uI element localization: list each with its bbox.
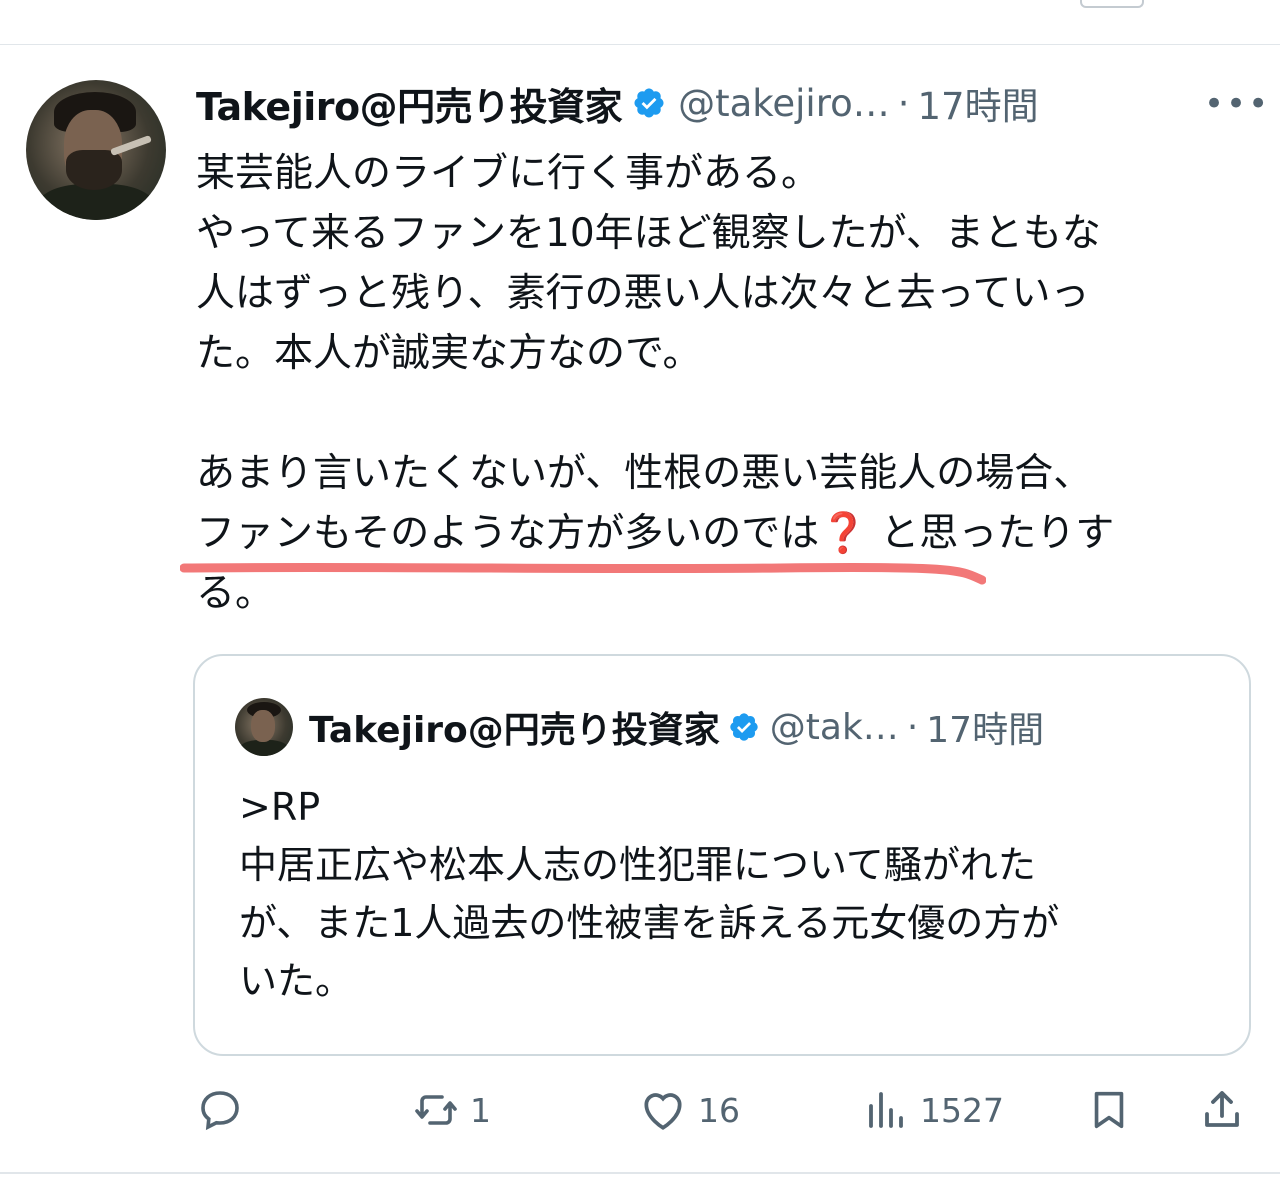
bottom-divider: [0, 1172, 1280, 1174]
share-button[interactable]: [1198, 1080, 1246, 1140]
quoted-header-separator: ·: [906, 706, 919, 748]
tweet-header: Takejiro@円売り投資家 @takejiro… · 17時間: [196, 76, 1039, 131]
quoted-text-line: >RP: [239, 785, 321, 829]
author-handle[interactable]: @takejiro…: [678, 82, 890, 125]
quoted-tweet-header: Takejiro@円売り投資家 @tak… · 17時間: [309, 702, 1044, 752]
tweet-text: 某芸能人のライブに行く事がある。 やって来るファンを10年ほど観察したが、まとも…: [196, 144, 1256, 624]
tweet-text-line: あまり言いたくないが、性根の悪い芸能人の場合、: [196, 451, 1093, 496]
highlighted-phrase: ファンもそのような方が多いのでは: [196, 511, 820, 556]
more-options-icon[interactable]: •••: [1204, 84, 1270, 124]
red-handdrawn-underline: [180, 562, 986, 585]
tweet-action-bar: 1 16 1527: [0, 1080, 1280, 1140]
tweet-text-line: 某芸能人のライブに行く事がある。: [196, 151, 821, 196]
heart-icon: [644, 1093, 682, 1130]
quoted-author-display-name: Takejiro@円売り投資家: [309, 710, 720, 751]
tweet-text-line: た。本人が誠実な方なので。: [196, 331, 702, 376]
top-divider: [0, 44, 1280, 45]
quoted-author-avatar: [235, 698, 293, 756]
header-separator: ·: [897, 81, 910, 125]
quoted-author-handle: @tak…: [769, 706, 899, 748]
tweet-text-line: 人はずっと残り、素行の悪い人は次々と去っていっ: [196, 271, 1090, 316]
verified-badge-icon: [730, 713, 758, 741]
verified-badge-icon: [634, 88, 664, 118]
quoted-tweet-text: >RP 中居正広や松本人志の性犯罪について騒がれた が、また1人過去の性被害を訴…: [239, 778, 1059, 1010]
reply-button[interactable]: [196, 1080, 254, 1140]
tweet-text-line-highlighted: ファンもそのような方が多いのでは❓ と思ったりす: [196, 504, 1256, 564]
bookmark-button[interactable]: [1086, 1080, 1132, 1140]
bookmark-icon: [1094, 1091, 1124, 1129]
views-button[interactable]: 1527: [862, 1080, 1004, 1140]
quoted-text-line: いた。: [239, 959, 354, 1003]
views-chart-icon: [869, 1092, 903, 1128]
author-display-name[interactable]: Takejiro@円売り投資家: [196, 76, 623, 131]
question-mark-emoji-icon: ❓: [819, 511, 868, 556]
tweet-text-line: [196, 384, 1256, 444]
tweet-timestamp[interactable]: 17時間: [918, 76, 1039, 130]
quoted-tweet-card[interactable]: Takejiro@円売り投資家 @tak… · 17時間 >RP 中居正広や松本…: [193, 654, 1251, 1056]
line-continuation: と思ったりす: [867, 511, 1115, 556]
previous-tweet-icon-stub: [1080, 0, 1144, 8]
retweet-count: 1: [470, 1090, 491, 1130]
quoted-tweet-timestamp: 17時間: [926, 710, 1045, 751]
retweet-icon: [415, 1095, 457, 1125]
retweet-button[interactable]: 1: [412, 1080, 491, 1140]
quoted-text-line: が、また1人過去の性被害を訴える元女優の方が: [239, 901, 1060, 945]
like-button[interactable]: 16: [638, 1080, 740, 1140]
share-icon: [1205, 1091, 1239, 1127]
tweet-text-line: やって来るファンを10年ほど観察したが、まともな: [196, 211, 1101, 256]
author-avatar[interactable]: [26, 80, 166, 220]
like-count: 16: [698, 1090, 740, 1130]
views-count: 1527: [920, 1090, 1004, 1130]
reply-icon: [201, 1091, 239, 1131]
quoted-text-line: 中居正広や松本人志の性犯罪について騒がれた: [239, 843, 1036, 887]
